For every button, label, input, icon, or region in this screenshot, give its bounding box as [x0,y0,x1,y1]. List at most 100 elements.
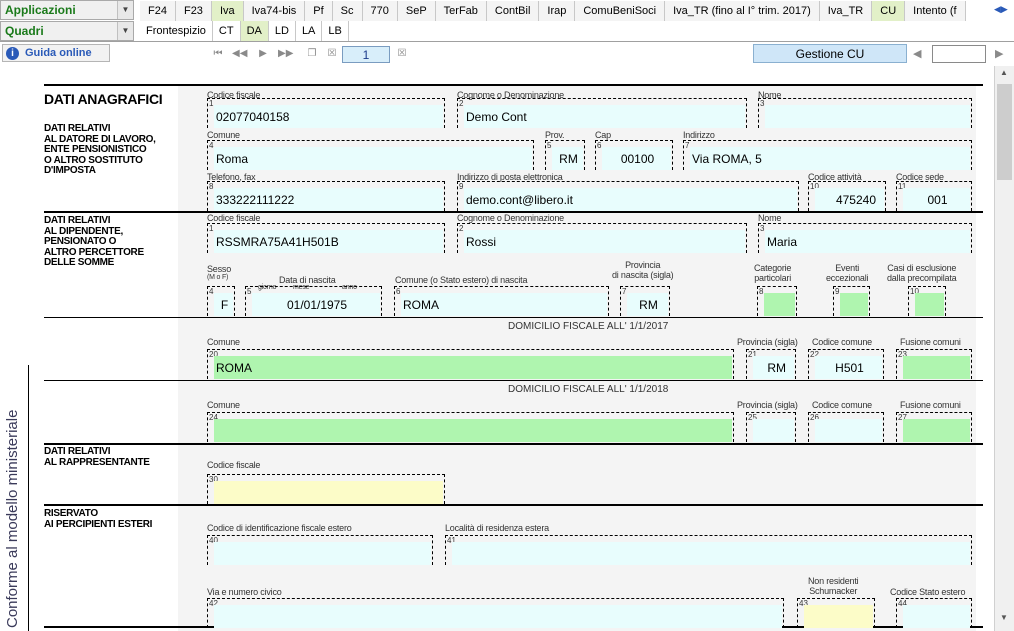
field-localita-estera-value[interactable] [452,542,970,565]
field-datore-codice-attivita-value[interactable]: 475240 [815,188,884,211]
field-rapp-codice-fiscale-value[interactable] [214,481,443,504]
field-dip-data-nascita[interactable]: 5 01/01/1975 [245,286,382,316]
field-localita-estera[interactable]: 41 [445,535,972,565]
field-dip-provincia-nascita-value[interactable]: RM [627,293,668,316]
tab-sep[interactable]: SeP [397,1,436,21]
field-via[interactable]: 42 [207,598,784,628]
tab-comubenisoci[interactable]: ComuBeniSoci [575,1,666,21]
field-dom17-codice-value[interactable]: H501 [815,356,882,379]
tab-f23[interactable]: F23 [175,1,212,21]
field-dom17-fusione[interactable]: 23 [896,349,972,379]
field-datore-comune-value[interactable]: Roma [214,147,532,170]
field-datore-comune[interactable]: 4 Roma [207,140,534,170]
field-datore-nome-value[interactable] [765,105,970,128]
subtab-lb[interactable]: LB [322,21,349,41]
field-dip-data-nascita-value[interactable]: 01/01/1975 [252,293,380,316]
field-datore-telefono-value[interactable]: 333222111222 [214,188,443,211]
guida-online-button[interactable]: i Guida online [2,44,110,62]
delete-page-icon[interactable]: ☒ [326,48,338,60]
field-codice-estero-value[interactable] [214,542,431,565]
next-fast-icon[interactable]: ▶▶ [278,48,293,60]
field-dip-nome-value[interactable]: Maria [765,230,970,253]
search-input[interactable] [932,45,986,63]
tab-770[interactable]: 770 [362,1,398,21]
tab-f24[interactable]: F24 [140,1,176,21]
next-arrow-icon[interactable]: ▶ [995,47,1003,60]
field-dip-eventi-value[interactable] [840,293,868,316]
field-dip-comune-nascita[interactable]: 6 ROMA [394,286,609,316]
field-datore-codice-sede-value[interactable]: 001 [903,188,970,211]
field-datore-codice-fiscale-value[interactable]: 02077040158 [214,105,443,128]
tab-cu[interactable]: CU [872,1,906,21]
vertical-scrollbar[interactable]: ▲ ▼ [994,66,1014,631]
field-dip-sesso[interactable]: 4F [207,286,235,316]
gestione-cu-button[interactable]: Gestione CU [753,44,907,63]
field-non-residenti-value[interactable] [804,605,873,628]
field-dip-codice-fiscale-value[interactable]: RSSMRA75A41H501B [214,230,443,253]
first-page-icon[interactable]: ⏮ [212,48,224,60]
field-datore-indirizzo-value[interactable]: Via ROMA, 5 [690,147,970,170]
field-datore-telefono[interactable]: 8 333222111222 [207,181,445,211]
field-dip-provincia-nascita[interactable]: 7 RM [620,286,670,316]
prev-arrow-icon[interactable]: ◀ [913,47,921,60]
field-non-residenti[interactable]: 43 [797,598,875,628]
field-datore-cap-value[interactable]: 00100 [602,147,671,170]
subtab-ct[interactable]: CT [212,21,241,41]
tab-contbil[interactable]: ContBil [486,1,540,21]
field-dom18-codice[interactable]: 26 [808,412,884,442]
field-dip-cognome-value[interactable]: Rossi [464,230,745,253]
applicazioni-dropdown[interactable]: Applicazioni ▼ [0,0,134,20]
field-dom17-comune-value[interactable]: ROMA [214,356,732,379]
tab-sc[interactable]: Sc [332,1,363,21]
field-datore-codice-fiscale[interactable]: 1 02077040158 [207,98,445,128]
remove-page-icon[interactable]: ☒ [396,48,408,60]
field-dom17-comune[interactable]: 20 ROMA [207,349,734,379]
scroll-down-icon[interactable]: ▼ [1000,613,1008,622]
scrollbar-thumb[interactable] [997,84,1012,180]
field-dip-casi-value[interactable] [915,293,944,316]
field-dom18-fusione-value[interactable] [903,419,970,442]
copy-page-icon[interactable]: ❐ [306,48,318,60]
field-dom18-provincia-value[interactable] [753,419,794,442]
field-codice-stato-value[interactable] [903,605,970,628]
field-datore-indirizzo[interactable]: 7 Via ROMA, 5 [683,140,972,170]
field-dip-eventi[interactable]: 9 [833,286,870,316]
field-dip-categorie-value[interactable] [764,293,795,316]
field-dip-codice-fiscale[interactable]: 1 RSSMRA75A41H501B [207,223,445,253]
field-codice-estero[interactable]: 40 [207,535,433,565]
subtab-da[interactable]: DA [240,21,269,41]
tab-iva-tr[interactable]: Iva_TR [819,1,873,21]
field-dip-categorie[interactable]: 8 [757,286,797,316]
subtab-ld[interactable]: LD [268,21,296,41]
field-dip-sesso-value[interactable]: F [214,293,233,316]
field-datore-cognome[interactable]: 2 Demo Cont [457,98,747,128]
field-dom18-comune-value[interactable] [214,419,732,442]
prev-fast-icon[interactable]: ◀◀ [232,48,247,60]
subtab-la[interactable]: LA [295,21,323,41]
tab-scroll-arrows-icon[interactable]: ◀▶ [994,4,1014,16]
field-dom17-fusione-value[interactable] [903,356,970,379]
field-dom18-provincia[interactable]: 25 [746,412,796,442]
chevron-down-icon[interactable]: ▼ [117,1,133,19]
field-dom17-provincia[interactable]: 21 RM [746,349,796,379]
scroll-up-icon[interactable]: ▲ [1000,68,1008,77]
field-datore-codice-attivita[interactable]: 10 475240 [808,181,886,211]
tab-iva-tr-fino-al-i-trim-2017[interactable]: Iva_TR (fino al I° trim. 2017) [665,1,820,21]
field-codice-stato[interactable]: 44 [896,598,972,628]
field-dom17-codice[interactable]: 22 H501 [808,349,884,379]
chevron-down-icon[interactable]: ▼ [117,22,133,40]
tab-terfab[interactable]: TerFab [435,1,487,21]
field-datore-prov-value[interactable]: RM [552,147,583,170]
page-number-field[interactable]: 1 [342,46,390,63]
prev-page-icon[interactable]: ▶ [257,48,269,60]
field-dip-nome[interactable]: 3 Maria [758,223,972,253]
tab-irap[interactable]: Irap [539,1,576,21]
quadri-dropdown[interactable]: Quadri ▼ [0,21,134,41]
field-dip-cognome[interactable]: 2 Rossi [457,223,747,253]
field-dom18-fusione[interactable]: 27 [896,412,972,442]
field-datore-cap[interactable]: 6 00100 [595,140,673,170]
tab-intento-f[interactable]: Intento (f [905,1,966,21]
field-dom18-comune[interactable]: 24 [207,412,734,442]
field-dom17-provincia-value[interactable]: RM [753,356,794,379]
field-datore-codice-sede[interactable]: 11 001 [896,181,972,211]
